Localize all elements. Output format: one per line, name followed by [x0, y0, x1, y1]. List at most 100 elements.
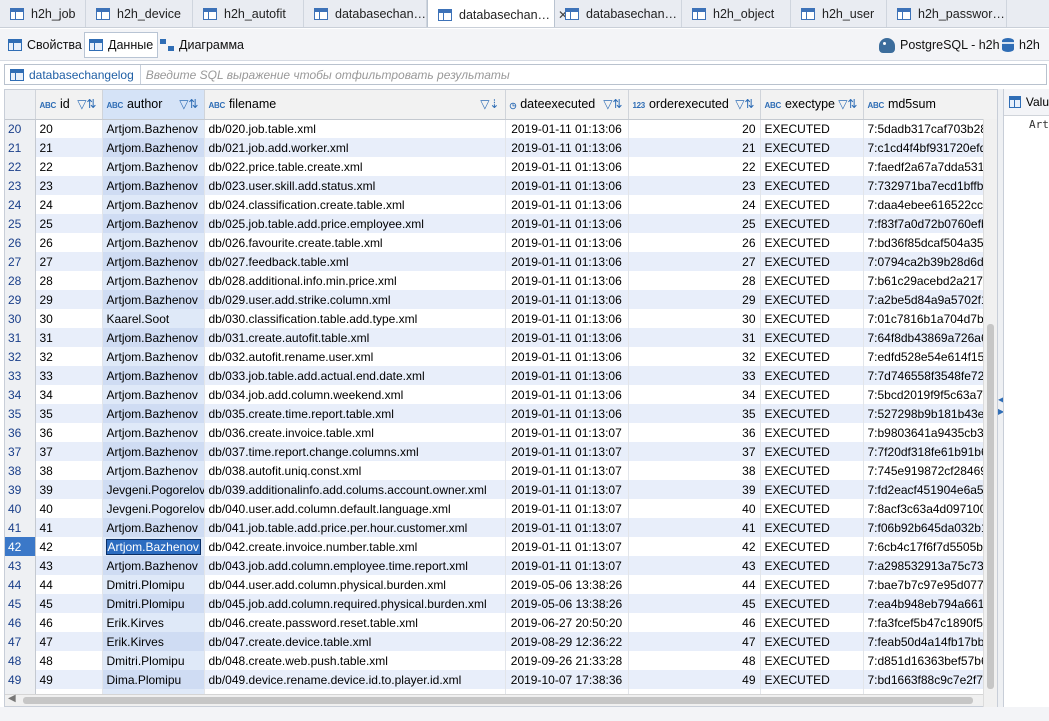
- cell-orderexecuted[interactable]: 48: [628, 651, 761, 670]
- row-number[interactable]: 48: [5, 651, 36, 670]
- cell-author[interactable]: Dmitri.Plomipu: [102, 594, 205, 613]
- cell-dateexecuted[interactable]: 2019-01-11 01:13:07: [505, 423, 629, 442]
- table-row[interactable]: 49 49 Dima.Plomipu db/049.device.rename.dev…: [5, 670, 997, 689]
- row-number[interactable]: 49: [5, 670, 36, 689]
- cell-exectype[interactable]: EXECUTED: [760, 195, 864, 214]
- cell-id[interactable]: 43: [35, 556, 103, 575]
- editor-tab[interactable]: h2h_device: [86, 0, 193, 27]
- cell-id[interactable]: 47: [35, 632, 103, 651]
- cell-author[interactable]: Erik.Kirves: [102, 632, 205, 651]
- cell-dateexecuted[interactable]: 2019-01-11 01:13:06: [505, 119, 629, 138]
- table-row[interactable]: 46 46 Erik.Kirves db/046.create.password.re…: [5, 613, 997, 632]
- cell-exectype[interactable]: EXECUTED: [760, 347, 864, 366]
- cell-exectype[interactable]: EXECUTED: [760, 119, 864, 138]
- cell-author[interactable]: Artjom.Bazhenov: [102, 328, 205, 347]
- cell-author[interactable]: Artjom.Bazhenov: [102, 290, 205, 309]
- filter-sort-icon[interactable]: ▽⇅: [735, 97, 754, 111]
- cell-id[interactable]: 32: [35, 347, 103, 366]
- cell-filename[interactable]: db/039.additionalinfo.add.colums.account…: [204, 480, 506, 499]
- cell-md5sum[interactable]: 7:7f20df318fe61b91b6: [863, 442, 997, 461]
- table-row[interactable]: 24 24 Artjom.Bazhenov db/024.classification…: [5, 195, 997, 214]
- cell-id[interactable]: 23: [35, 176, 103, 195]
- cell-dateexecuted[interactable]: 2019-09-26 21:33:28: [505, 651, 629, 670]
- cell-author[interactable]: Dima.Plomipu: [102, 670, 205, 689]
- editor-tab[interactable]: databasechan…: [304, 0, 427, 27]
- editor-tab[interactable]: h2h_user: [791, 0, 887, 27]
- cell-filename[interactable]: db/021.job.add.worker.xml: [204, 138, 506, 157]
- cell-dateexecuted[interactable]: 2019-01-11 01:13:07: [505, 537, 629, 556]
- row-number[interactable]: 43: [5, 556, 36, 575]
- cell-dateexecuted[interactable]: 2019-10-07 17:38:36: [505, 670, 629, 689]
- table-row[interactable]: 21 21 Artjom.Bazhenov db/021.job.add.worker…: [5, 138, 997, 157]
- cell-dateexecuted[interactable]: 2019-01-11 01:13:06: [505, 309, 629, 328]
- table-row[interactable]: 48 48 Dmitri.Plomipu db/048.create.web.push…: [5, 651, 997, 670]
- cell-author[interactable]: Artjom.Bazhenov: [102, 404, 205, 423]
- table-row[interactable]: 39 39 Jevgeni.Pogorelov db/039.additionalin…: [5, 480, 997, 499]
- cell-orderexecuted[interactable]: 20: [628, 119, 761, 138]
- table-row[interactable]: 33 33 Artjom.Bazhenov db/033.job.table.add.…: [5, 366, 997, 385]
- cell-exectype[interactable]: EXECUTED: [760, 613, 864, 632]
- cell-dateexecuted[interactable]: 2019-01-11 01:13:07: [505, 442, 629, 461]
- cell-orderexecuted[interactable]: 30: [628, 309, 761, 328]
- cell-filename[interactable]: db/022.price.table.create.xml: [204, 157, 506, 176]
- cell-orderexecuted[interactable]: 36: [628, 423, 761, 442]
- table-row[interactable]: 20 20 Artjom.Bazhenov db/020.job.table.xml 2…: [5, 119, 997, 138]
- horizontal-scroll-thumb[interactable]: [23, 697, 973, 704]
- cell-id[interactable]: 29: [35, 290, 103, 309]
- editor-tab[interactable]: h2h_autofit: [193, 0, 304, 27]
- cell-orderexecuted[interactable]: 39: [628, 480, 761, 499]
- table-row[interactable]: 38 38 Artjom.Bazhenov db/038.autofit.uniq.c…: [5, 461, 997, 480]
- filter-sort-icon[interactable]: ▽⇅: [603, 97, 622, 111]
- table-row[interactable]: 35 35 Artjom.Bazhenov db/035.create.time.re…: [5, 404, 997, 423]
- cell-author[interactable]: Artjom.Bazhenov: [102, 271, 205, 290]
- row-number[interactable]: 26: [5, 233, 36, 252]
- cell-dateexecuted[interactable]: 2019-01-11 01:13:06: [505, 195, 629, 214]
- cell-filename[interactable]: db/049.device.rename.device.id.to.player…: [204, 670, 506, 689]
- cell-dateexecuted[interactable]: 2019-01-11 01:13:06: [505, 328, 629, 347]
- database-selector[interactable]: h2h: [998, 32, 1044, 58]
- cell-dateexecuted[interactable]: 2019-01-11 01:13:06: [505, 157, 629, 176]
- cell-filename[interactable]: db/037.time.report.change.columns.xml: [204, 442, 506, 461]
- cell-orderexecuted[interactable]: 29: [628, 290, 761, 309]
- cell-author[interactable]: Artjom.Bazhenov: [102, 176, 205, 195]
- cell-exectype[interactable]: EXECUTED: [760, 518, 864, 537]
- cell-orderexecuted[interactable]: 32: [628, 347, 761, 366]
- table-row[interactable]: 29 29 Artjom.Bazhenov db/029.user.add.strik…: [5, 290, 997, 309]
- column-header-orderexecuted[interactable]: 123 orderexecuted ▽⇅: [628, 90, 761, 120]
- column-header-filename[interactable]: ABC filename ▽⇣: [204, 90, 506, 120]
- cell-orderexecuted[interactable]: 28: [628, 271, 761, 290]
- row-number[interactable]: 23: [5, 176, 36, 195]
- cell-dateexecuted[interactable]: 2019-01-11 01:13:06: [505, 404, 629, 423]
- cell-id[interactable]: 38: [35, 461, 103, 480]
- cell-md5sum[interactable]: 7:ea4b948eb794a6611: [863, 594, 997, 613]
- cell-id[interactable]: 42: [35, 537, 103, 556]
- cell-dateexecuted[interactable]: 2019-01-11 01:13:06: [505, 271, 629, 290]
- cell-filename[interactable]: db/038.autofit.uniq.const.xml: [204, 461, 506, 480]
- cell-md5sum[interactable]: 7:7d746558f3548fe720: [863, 366, 997, 385]
- column-header-author[interactable]: ABC author ▽⇅: [102, 90, 205, 120]
- table-row[interactable]: 36 36 Artjom.Bazhenov db/036.create.invoice…: [5, 423, 997, 442]
- horizontal-scrollbar[interactable]: ◀ ▶: [5, 693, 997, 706]
- cell-filename[interactable]: db/040.user.add.column.default.language.…: [204, 499, 506, 518]
- sql-filter-input[interactable]: Введите SQL выражение чтобы отфильтроват…: [141, 68, 510, 82]
- cell-md5sum[interactable]: 7:8acf3c63a4d097100: [863, 499, 997, 518]
- cell-md5sum[interactable]: 7:745e919872cf284693: [863, 461, 997, 480]
- row-number[interactable]: 32: [5, 347, 36, 366]
- filter-table-button[interactable]: databasechangelog: [5, 65, 141, 84]
- cell-exectype[interactable]: EXECUTED: [760, 176, 864, 195]
- cell-id[interactable]: 34: [35, 385, 103, 404]
- cell-dateexecuted[interactable]: 2019-01-11 01:13:06: [505, 252, 629, 271]
- cell-id[interactable]: 49: [35, 670, 103, 689]
- cell-md5sum[interactable]: 7:f83f7a0d72b0760efb: [863, 214, 997, 233]
- row-number[interactable]: 29: [5, 290, 36, 309]
- vertical-scrollbar[interactable]: [983, 119, 997, 707]
- cell-md5sum[interactable]: 7:a2be5d84a9a5702f1: [863, 290, 997, 309]
- row-number[interactable]: 28: [5, 271, 36, 290]
- cell-orderexecuted[interactable]: 35: [628, 404, 761, 423]
- cell-id[interactable]: 20: [35, 119, 103, 138]
- cell-filename[interactable]: db/042.create.invoice.number.table.xml: [204, 537, 506, 556]
- cell-md5sum[interactable]: 7:64f8db43869a726a6: [863, 328, 997, 347]
- row-number[interactable]: 47: [5, 632, 36, 651]
- cell-author[interactable]: Artjom.Bazhenov: [102, 157, 205, 176]
- table-row[interactable]: 23 23 Artjom.Bazhenov db/023.user.skill.add…: [5, 176, 997, 195]
